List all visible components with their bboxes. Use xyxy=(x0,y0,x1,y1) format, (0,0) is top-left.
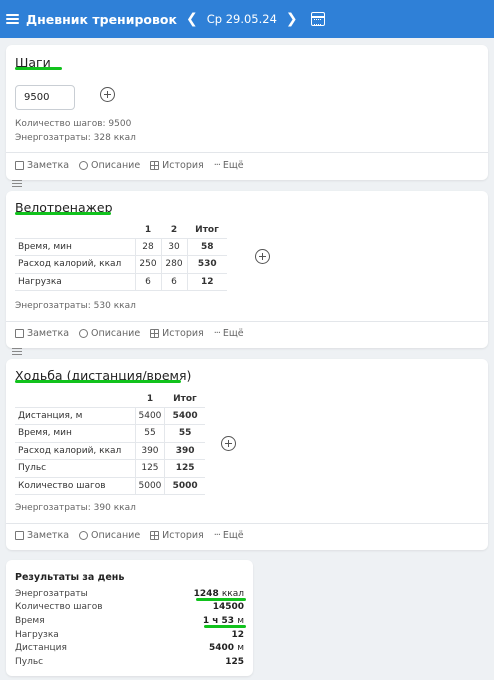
divider xyxy=(6,152,488,153)
divider xyxy=(6,523,488,524)
walk-table: 1 Итог Дистанция, м 5400 5400 Время, мин 55… xyxy=(15,391,205,495)
results-title: Результаты за день xyxy=(15,572,125,583)
steps-card: Шаги 9500 Количество шагов: 9500 Энергоз… xyxy=(6,45,488,180)
more-button[interactable]: ··· Ещё xyxy=(214,160,244,171)
table-icon xyxy=(150,161,160,170)
highlight-underline xyxy=(204,625,246,628)
table-row: Пульс 125 125 xyxy=(15,459,205,478)
energy-stat: Энергозатраты: 390 ккал xyxy=(15,503,136,513)
highlight-underline xyxy=(15,212,111,215)
drag-handle-icon[interactable] xyxy=(12,346,22,358)
results-card: Результаты за день Энергозатраты 1248 кк… xyxy=(6,560,253,676)
chevron-right-icon[interactable]: ❯ xyxy=(286,11,298,27)
top-bar: Дневник тренировок ❮ Ср 29.05.24 ❯ xyxy=(0,0,494,38)
calendar-icon[interactable] xyxy=(310,12,325,26)
note-icon xyxy=(15,161,24,170)
divider xyxy=(6,321,488,322)
dots-icon: ··· xyxy=(213,530,221,541)
highlight-underline xyxy=(15,380,181,383)
table-row: Расход калорий, ккал 250 280 530 xyxy=(15,255,227,274)
history-button[interactable]: История xyxy=(150,328,204,339)
card-footer: Заметка Описание История ··· Ещё xyxy=(15,530,254,541)
card-footer: Заметка Описание История ··· Ещё xyxy=(15,160,254,171)
highlight-underline xyxy=(196,598,246,601)
bike-card: Велотренажер 1 2 Итог Время, мин 28 30 58 Р… xyxy=(6,191,488,348)
description-button[interactable]: Описание xyxy=(79,160,140,171)
current-date[interactable]: Ср 29.05.24 xyxy=(207,12,277,26)
walk-card: Ходьба (дистанция/время) 1 Итог Дистанци… xyxy=(6,359,488,550)
steps-count-stat: Количество шагов: 9500 xyxy=(15,119,132,129)
result-row: Пульс 125 xyxy=(15,657,244,667)
info-icon xyxy=(79,531,89,540)
history-button[interactable]: История xyxy=(150,160,204,171)
info-icon xyxy=(79,161,89,170)
menu-icon[interactable] xyxy=(6,12,19,26)
add-circle-icon[interactable] xyxy=(255,249,270,264)
dots-icon: ··· xyxy=(213,160,221,171)
table-row: Время, мин 28 30 58 xyxy=(15,238,227,256)
table-row: Время, мин 55 55 xyxy=(15,424,205,443)
result-row: Количество шагов 14500 xyxy=(15,602,244,612)
table-row: Количество шагов 5000 5000 xyxy=(15,477,205,495)
result-row: Дистанция 5400 м xyxy=(15,643,244,653)
description-button[interactable]: Описание xyxy=(79,328,140,339)
energy-stat: Энергозатраты: 328 ккал xyxy=(15,133,136,143)
note-button[interactable]: Заметка xyxy=(15,328,69,339)
note-button[interactable]: Заметка xyxy=(15,530,69,541)
info-icon xyxy=(79,329,89,338)
table-icon xyxy=(150,531,160,540)
more-button[interactable]: ··· Ещё xyxy=(214,530,244,541)
table-row: Расход калорий, ккал 390 390 xyxy=(15,442,205,460)
table-icon xyxy=(150,329,160,338)
table-row: Дистанция, м 5400 5400 xyxy=(15,407,205,425)
result-row: Нагрузка 12 xyxy=(15,630,244,640)
note-icon xyxy=(15,329,24,338)
bike-table: 1 2 Итог Время, мин 28 30 58 Расход калорий… xyxy=(15,222,227,291)
table-row: Нагрузка 6 6 12 xyxy=(15,273,227,291)
history-button[interactable]: История xyxy=(150,530,204,541)
energy-stat: Энергозатраты: 530 ккал xyxy=(15,301,136,311)
description-button[interactable]: Описание xyxy=(79,530,140,541)
drag-handle-icon[interactable] xyxy=(12,178,22,190)
note-icon xyxy=(15,531,24,540)
card-footer: Заметка Описание История ··· Ещё xyxy=(15,328,254,339)
chevron-left-icon[interactable]: ❮ xyxy=(186,11,198,27)
dots-icon: ··· xyxy=(213,328,221,339)
add-circle-icon[interactable] xyxy=(221,436,236,451)
steps-input[interactable]: 9500 xyxy=(15,85,75,110)
highlight-underline xyxy=(15,67,62,70)
note-button[interactable]: Заметка xyxy=(15,160,69,171)
page-title: Дневник тренировок xyxy=(26,11,177,27)
add-circle-icon[interactable] xyxy=(100,87,115,102)
more-button[interactable]: ··· Ещё xyxy=(214,328,244,339)
